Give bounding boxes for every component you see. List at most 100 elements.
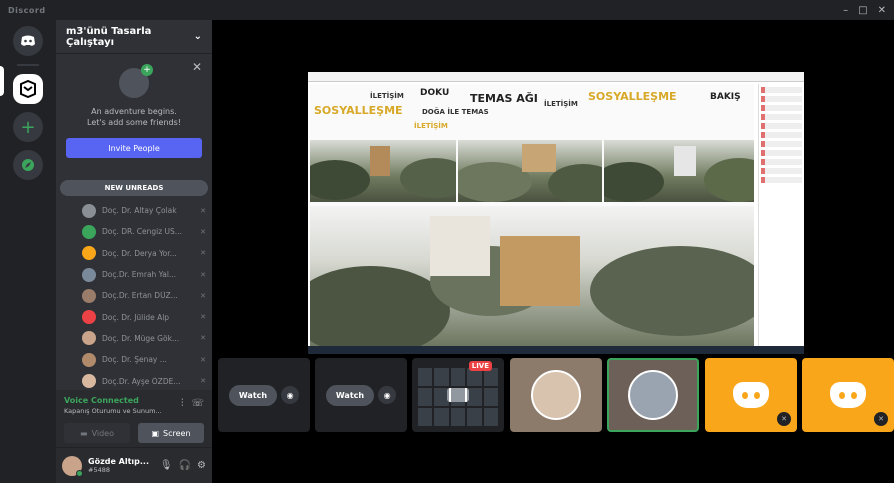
online-status-icon bbox=[76, 469, 83, 477]
voice-user-name: Doç. Dr. Müge Gök... bbox=[102, 333, 180, 343]
stream-preview-icon[interactable]: ◉ bbox=[281, 386, 300, 404]
settings-gear-icon[interactable]: ⚙ bbox=[197, 460, 206, 471]
windows-taskbar bbox=[308, 346, 804, 354]
muted-mic-icon: ✕ bbox=[200, 313, 206, 322]
user-panel: Gözde Altıp... #5488 🎙 🎧 ⚙ bbox=[56, 448, 212, 483]
voice-user-row[interactable]: Doç. Dr. Jülide Alp ✕ bbox=[82, 306, 212, 327]
invite-illustration-icon: + bbox=[119, 64, 153, 98]
invite-line-1: An adventure begins. bbox=[91, 107, 177, 116]
slide-word: İLETİŞİM bbox=[370, 92, 404, 100]
user-tag: #5488 bbox=[88, 466, 110, 474]
slide-word: DOKU bbox=[420, 88, 450, 98]
voice-user-row[interactable]: Doç.Dr. Ertan DÜZ... ✕ bbox=[82, 285, 212, 306]
headphones-icon[interactable]: 🎧 bbox=[179, 460, 191, 471]
voice-user-row[interactable]: Doç. Dr. Derya Yor... ✕ bbox=[82, 243, 212, 264]
muted-mic-icon: ✕ bbox=[200, 227, 206, 236]
voice-user-row[interactable]: Doç. DR. Cengiz US... ✕ bbox=[82, 221, 212, 242]
muted-mic-icon: ✕ bbox=[200, 291, 206, 300]
voice-connection-panel: Voice Connected Kapanış Oturumu ve Sunum… bbox=[56, 390, 212, 448]
noise-suppression-icon[interactable]: ⫶ bbox=[181, 398, 184, 409]
slide-word: BAKIŞ bbox=[710, 92, 741, 102]
voice-user-name: Doç. DR. Cengiz US... bbox=[102, 227, 182, 237]
presentation-slide: İLETİŞİM DOKU TEMAS AĞI İLETİŞİM SOSYALL… bbox=[310, 84, 754, 346]
avatar bbox=[82, 224, 96, 239]
muted-mic-icon: ✕ bbox=[200, 270, 206, 279]
close-icon[interactable]: ✕ bbox=[192, 60, 202, 74]
participant-tiles: Watch ◉ Watch ◉ LIVE ✕ ✕ bbox=[218, 358, 894, 432]
voice-user-name: Doç. Dr. Derya Yor... bbox=[102, 248, 177, 258]
invite-people-button[interactable]: Invite People bbox=[66, 138, 202, 158]
voice-user-row[interactable]: Doç. Dr. Müge Gök... ✕ bbox=[82, 328, 212, 349]
slide-title-words: İLETİŞİM DOKU TEMAS AĞI İLETİŞİM SOSYALL… bbox=[310, 84, 754, 144]
screen-share-button[interactable]: ▣ Screen bbox=[138, 423, 204, 443]
microphone-muted-icon[interactable]: 🎙 bbox=[160, 460, 173, 471]
minimize-icon[interactable]: – bbox=[843, 5, 848, 16]
voice-user-row[interactable]: Doç. Dr. Altay Çolak ✕ bbox=[82, 200, 212, 221]
voice-user-name: Doç. Dr. Jülide Alp bbox=[102, 312, 170, 322]
voice-user-row[interactable]: Doç. Dr. Şenay ... ✕ bbox=[82, 349, 212, 370]
live-stream-tile[interactable]: LIVE bbox=[412, 358, 504, 432]
disconnect-icon[interactable]: ☏ bbox=[191, 398, 204, 409]
voice-user-row[interactable]: Doç.Dr. Emrah Yal... ✕ bbox=[82, 264, 212, 285]
avatar bbox=[82, 310, 96, 325]
maximize-icon[interactable]: □ bbox=[858, 5, 867, 16]
avatar bbox=[82, 203, 96, 218]
new-unreads-bar[interactable]: NEW UNREADS bbox=[60, 180, 208, 196]
voice-user-list: Doç. Dr. Altay Çolak ✕ Doç. DR. Cengiz US.… bbox=[56, 200, 212, 392]
avatar bbox=[531, 370, 581, 420]
voice-user-name: Doç. Dr. Altay Çolak bbox=[102, 206, 177, 216]
avatar[interactable] bbox=[62, 455, 83, 477]
stream-preview-icon[interactable]: ◉ bbox=[378, 386, 397, 404]
muted-mic-icon: ✕ bbox=[777, 412, 791, 426]
live-badge: LIVE bbox=[468, 361, 492, 371]
title-bar: Discord – □ ✕ bbox=[0, 0, 894, 20]
server-icon-m3[interactable] bbox=[13, 74, 43, 104]
avatar bbox=[82, 331, 96, 346]
voice-user-name: Doç.Dr. Emrah Yal... bbox=[102, 270, 177, 280]
voice-user-name: Doç.Dr. Ayşe ÖZDE... bbox=[102, 376, 181, 386]
selected-indicator bbox=[0, 66, 4, 96]
stream-tile-1[interactable]: Watch ◉ bbox=[218, 358, 310, 432]
avatar bbox=[82, 352, 96, 367]
divider bbox=[17, 64, 39, 66]
screen-icon: ▣ bbox=[151, 428, 160, 438]
muted-mic-icon: ✕ bbox=[200, 206, 206, 215]
slide-render-main bbox=[310, 206, 754, 346]
video-label: Video bbox=[91, 428, 114, 438]
stream-thumbnail bbox=[418, 368, 498, 426]
muted-mic-icon: ✕ bbox=[200, 249, 206, 258]
close-window-icon[interactable]: ✕ bbox=[878, 5, 886, 16]
add-server-icon[interactable]: + bbox=[13, 112, 43, 142]
discord-logo-icon bbox=[830, 382, 866, 408]
slide-word: İLETİŞİM bbox=[414, 122, 448, 130]
muted-mic-icon: ✕ bbox=[200, 334, 206, 343]
screen-share-stream[interactable]: İLETİŞİM DOKU TEMAS AĞI İLETİŞİM SOSYALL… bbox=[308, 72, 804, 354]
participant-tile-photo-1[interactable] bbox=[510, 358, 602, 432]
discord-home-icon[interactable] bbox=[13, 26, 43, 56]
camera-icon: ▬ bbox=[80, 428, 88, 438]
voice-user-row[interactable]: Doç.Dr. Ayşe ÖZDE... ✕ bbox=[82, 370, 212, 391]
slide-word: İLETİŞİM bbox=[544, 100, 578, 108]
slide-word: SOSYALLEŞME bbox=[314, 104, 403, 117]
server-header[interactable]: m3'ünü Tasarla Çalıştayı ⌄ bbox=[56, 20, 212, 54]
app-name: Discord bbox=[8, 5, 46, 15]
watch-button[interactable]: Watch bbox=[228, 384, 278, 406]
screen-label: Screen bbox=[163, 428, 191, 438]
username: Gözde Altıp... bbox=[88, 457, 149, 466]
video-button[interactable]: ▬ Video bbox=[64, 423, 130, 443]
participant-tile-default-1[interactable]: ✕ bbox=[705, 358, 797, 432]
participant-tile-photo-2[interactable] bbox=[607, 358, 699, 432]
slide-render-1 bbox=[310, 140, 456, 202]
participant-tile-default-2[interactable]: ✕ bbox=[802, 358, 894, 432]
invite-line-2: Let's add some friends! bbox=[87, 118, 181, 127]
slide-word: TEMAS AĞI bbox=[470, 92, 538, 105]
slide-word: SOSYALLEŞME bbox=[588, 90, 677, 103]
slide-render-3 bbox=[604, 140, 754, 202]
explore-icon[interactable] bbox=[13, 150, 43, 180]
muted-mic-icon: ✕ bbox=[874, 412, 888, 426]
chevron-down-icon[interactable]: ⌄ bbox=[194, 31, 202, 42]
voice-user-name: Doç. Dr. Şenay ... bbox=[102, 355, 167, 365]
stream-tile-2[interactable]: Watch ◉ bbox=[315, 358, 407, 432]
muted-mic-icon: ✕ bbox=[200, 377, 206, 386]
watch-button[interactable]: Watch bbox=[325, 384, 375, 406]
